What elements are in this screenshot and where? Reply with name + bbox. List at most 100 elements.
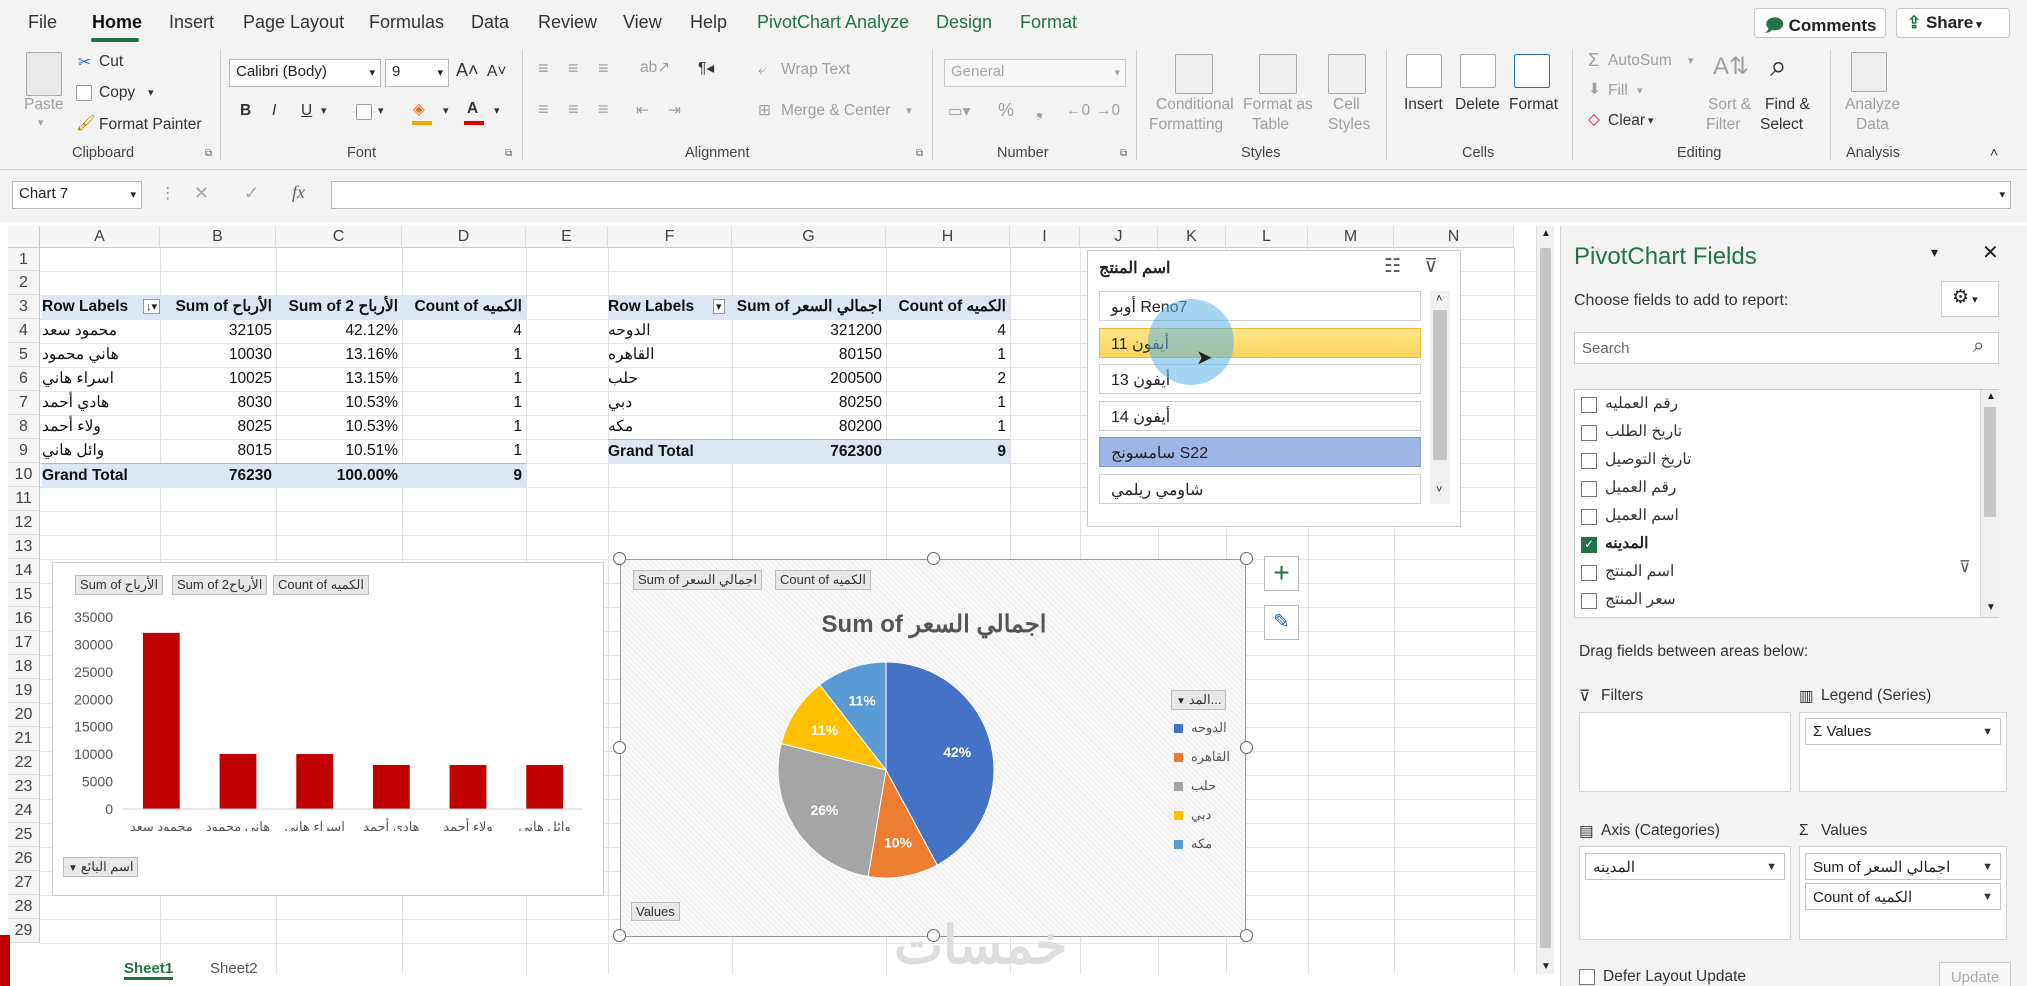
- pivot-total-cell[interactable]: 100.00%: [276, 463, 402, 487]
- cell-styles-label-2[interactable]: Styles: [1328, 116, 1370, 134]
- pie-chart[interactable]: Sum of اجمالي السعر Count of الكميه Sum …: [620, 559, 1246, 937]
- bar-chart[interactable]: Sum of الأرباح Sum of الأرباح2 Count of …: [52, 562, 604, 896]
- row-header[interactable]: 13: [8, 535, 40, 559]
- find-select-label-2[interactable]: Select: [1760, 116, 1803, 134]
- chart-title[interactable]: Sum of اجمالي السعر: [621, 610, 1247, 639]
- axis-item-city[interactable]: المدينه ▼: [1585, 853, 1785, 880]
- tools-button[interactable]: ⚙ ▾: [1941, 281, 1999, 317]
- pivot-cell[interactable]: 80200: [732, 415, 886, 439]
- increase-decimal-icon[interactable]: ←0: [1066, 102, 1090, 120]
- cancel-icon[interactable]: ✕: [194, 183, 209, 204]
- pivot-cell[interactable]: محمود سعد: [42, 319, 160, 343]
- scrollbar-thumb[interactable]: [1540, 248, 1551, 948]
- legend-entry[interactable]: حلب: [1191, 778, 1216, 794]
- share-button[interactable]: ⇪ Share ▾: [1896, 8, 2010, 38]
- fill-color-icon[interactable]: ◈: [413, 100, 425, 119]
- column-header[interactable]: K: [1158, 226, 1226, 248]
- sort-filter-icon[interactable]: ↓▾: [143, 299, 161, 314]
- scroll-up-icon[interactable]: ▲: [1986, 391, 1996, 402]
- pivot-total-cell[interactable]: 76230: [160, 463, 276, 487]
- chart-field-button[interactable]: Sum of اجمالي السعر: [633, 570, 762, 590]
- select-all-corner[interactable]: [8, 226, 40, 248]
- field-search-input[interactable]: Search ⌕: [1574, 332, 1999, 364]
- sort-filter-label-1[interactable]: Sort &: [1708, 96, 1751, 114]
- format-as-table-label-2[interactable]: Table: [1252, 116, 1289, 134]
- field-checkbox[interactable]: [1581, 425, 1597, 441]
- italic-button[interactable]: I: [272, 102, 276, 120]
- row-header[interactable]: 2: [8, 271, 40, 295]
- column-header[interactable]: L: [1226, 226, 1308, 248]
- row-header[interactable]: 23: [8, 775, 40, 799]
- wrap-text-button[interactable]: Wrap Text: [781, 61, 850, 79]
- font-name-select[interactable]: Calibri (Body) ▾: [229, 59, 381, 87]
- format-painter-button[interactable]: Format Painter: [99, 116, 202, 134]
- field-label[interactable]: رقم العميل: [1605, 478, 1676, 497]
- bold-button[interactable]: B: [240, 102, 251, 120]
- legend-entry[interactable]: الدوحه: [1191, 720, 1227, 736]
- filter-icon[interactable]: ⊽: [1959, 557, 1971, 577]
- column-header[interactable]: B: [160, 226, 276, 248]
- legend-field-button[interactable]: ▼ المد...: [1171, 690, 1227, 710]
- row-header[interactable]: 18: [8, 655, 40, 679]
- scroll-down-icon[interactable]: ˅: [1436, 484, 1442, 496]
- pivot-header-cell[interactable]: Sum of الأرباح 2: [276, 295, 402, 319]
- field-checkbox[interactable]: [1581, 481, 1597, 497]
- pivot-cell[interactable]: 10030: [160, 343, 276, 367]
- multi-select-icon[interactable]: ☷: [1384, 255, 1401, 278]
- pivot-cell[interactable]: 1: [886, 415, 1010, 439]
- row-header[interactable]: 20: [8, 703, 40, 727]
- resize-handle[interactable]: [613, 552, 626, 565]
- row-header[interactable]: 28: [8, 895, 40, 919]
- decrease-decimal-icon[interactable]: →0: [1096, 102, 1120, 120]
- number-format-select[interactable]: General ▾: [944, 59, 1126, 87]
- pivot-cell[interactable]: الدوحه: [608, 319, 732, 343]
- chart-field-button[interactable]: Sum of الأرباح2: [172, 575, 268, 595]
- chart-field-button[interactable]: Count of الكميه: [273, 575, 369, 595]
- menu-design[interactable]: Design: [936, 12, 992, 33]
- clear-button[interactable]: Clear: [1608, 112, 1645, 130]
- cell-styles-label-1[interactable]: Cell: [1333, 96, 1360, 114]
- column-header[interactable]: J: [1080, 226, 1158, 248]
- field-checkbox[interactable]: [1581, 565, 1597, 581]
- legend-entry[interactable]: مكه: [1191, 836, 1212, 852]
- values-item-sum-total-price[interactable]: Sum of اجمالي السعر ▼: [1805, 853, 2001, 880]
- row-header[interactable]: 5: [8, 343, 40, 367]
- align-middle-icon[interactable]: ≡: [568, 58, 579, 79]
- resize-handle[interactable]: [613, 929, 626, 942]
- resize-handle[interactable]: [927, 552, 940, 565]
- pivot-cell[interactable]: مكه: [608, 415, 732, 439]
- sheet-tab[interactable]: Sheet2: [210, 960, 258, 977]
- borders-icon[interactable]: [356, 104, 372, 120]
- update-button[interactable]: Update: [1939, 962, 2011, 986]
- autosum-button[interactable]: AutoSum: [1608, 52, 1672, 70]
- column-header[interactable]: E: [526, 226, 608, 248]
- scrollbar-thumb[interactable]: [1984, 407, 1996, 517]
- row-header[interactable]: 24: [8, 799, 40, 823]
- bar[interactable]: [526, 765, 564, 809]
- comments-button[interactable]: 🗩 Comments: [1754, 8, 1886, 38]
- format-as-table-label-1[interactable]: Format as: [1243, 96, 1313, 114]
- row-header[interactable]: 1: [8, 248, 40, 271]
- menu-view[interactable]: View: [623, 12, 662, 33]
- bar[interactable]: [372, 764, 410, 809]
- align-bottom-icon[interactable]: ≡: [598, 58, 609, 79]
- align-center-icon[interactable]: ≡: [568, 99, 579, 120]
- menu-help[interactable]: Help: [690, 12, 727, 33]
- comma-style-icon[interactable]: ❟: [1036, 100, 1043, 121]
- legend-area[interactable]: Σ Values ▼: [1799, 712, 2007, 792]
- name-box[interactable]: Chart 7 ▾: [12, 181, 142, 209]
- pivot-cell[interactable]: 42.12%: [276, 319, 402, 343]
- row-header[interactable]: 27: [8, 871, 40, 895]
- dialog-launcher-icon[interactable]: ⧉: [205, 148, 212, 159]
- column-header[interactable]: A: [40, 226, 160, 248]
- menu-formulas[interactable]: Formulas: [369, 12, 444, 33]
- align-top-icon[interactable]: ≡: [538, 58, 549, 79]
- field-label[interactable]: رقم العمليه: [1605, 394, 1678, 413]
- pivot-cell[interactable]: 1: [886, 391, 1010, 415]
- column-header[interactable]: H: [886, 226, 1010, 248]
- chart-styles-button[interactable]: ✎: [1264, 605, 1299, 640]
- field-label[interactable]: اسم العميل: [1605, 506, 1679, 525]
- scroll-down-icon[interactable]: ▼: [1541, 961, 1551, 972]
- row-header[interactable]: 16: [8, 607, 40, 631]
- filters-area[interactable]: [1579, 712, 1791, 792]
